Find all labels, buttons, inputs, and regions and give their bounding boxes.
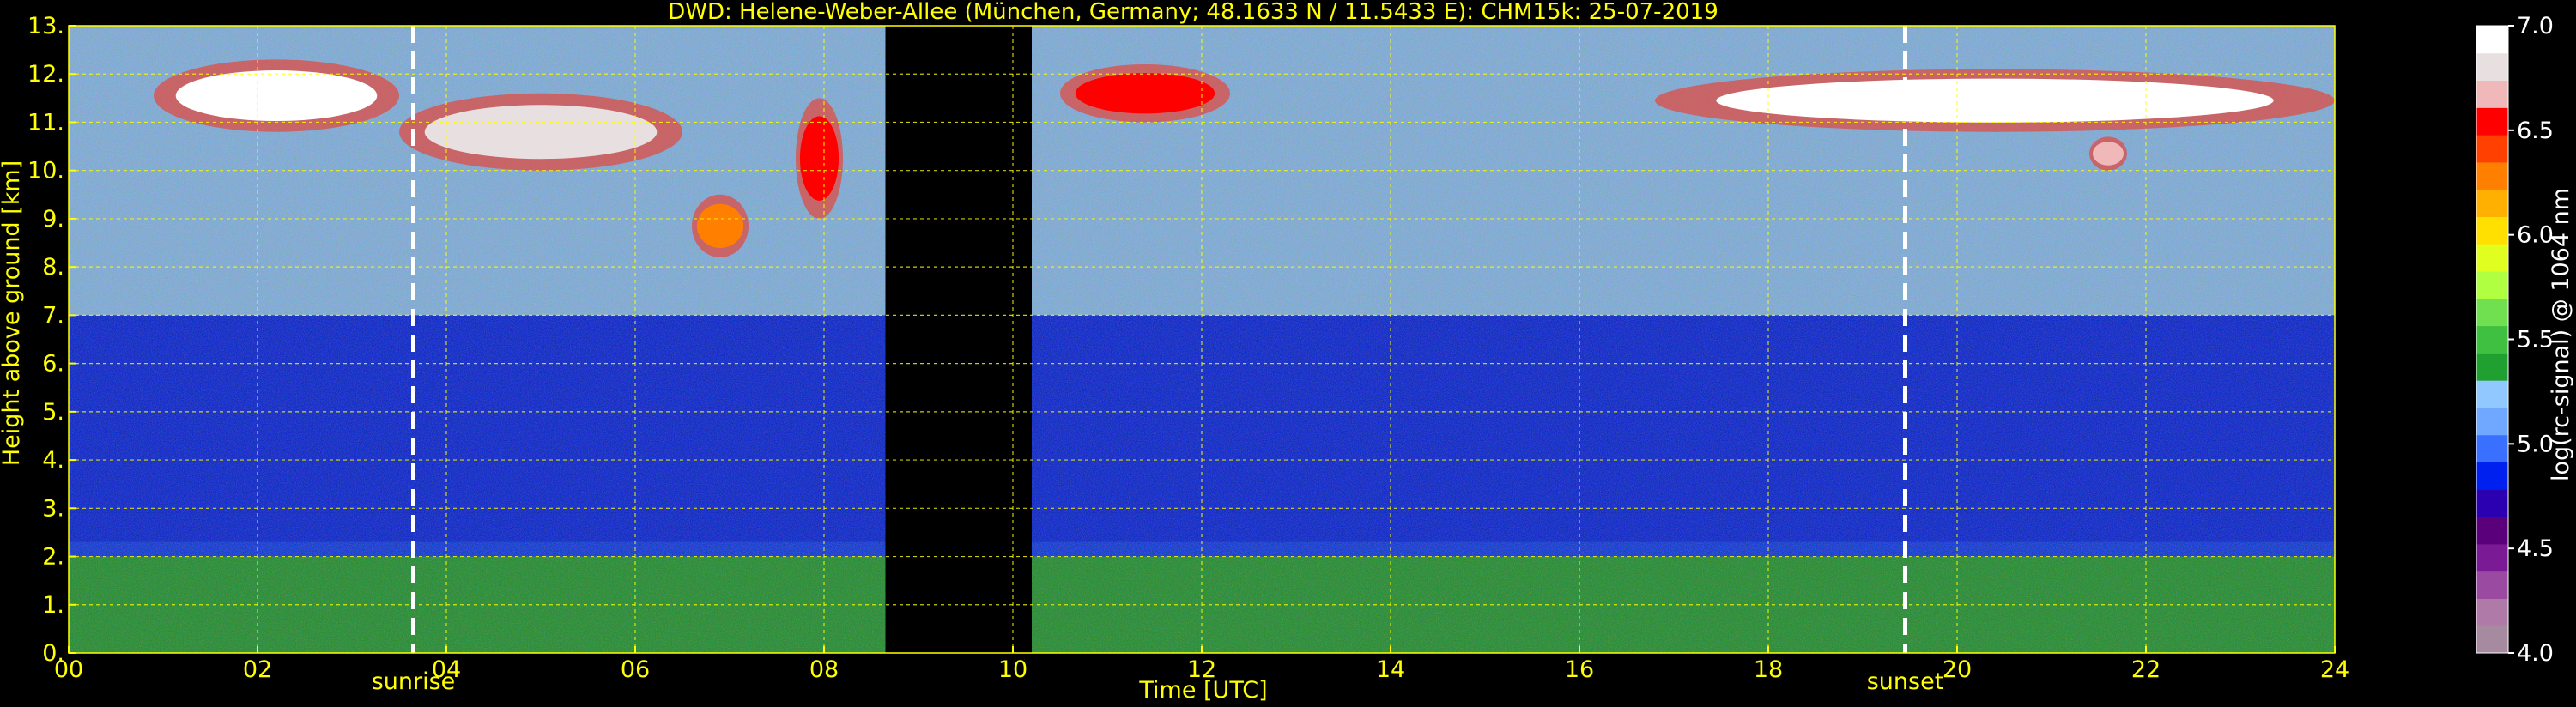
x-tick-label: 20 <box>1943 656 1972 683</box>
colorbar-segment <box>2476 135 2508 163</box>
y-axis-label: Height above ground [km] <box>0 160 25 466</box>
colorbar-segment <box>2476 380 2508 408</box>
y-tick-label: 13. <box>27 13 64 39</box>
y-tick-label: 12. <box>27 61 64 88</box>
colorbar-segment <box>2476 434 2508 463</box>
x-tick-label: 06 <box>621 656 650 683</box>
y-tick-label: 2. <box>42 544 64 571</box>
sunset-label: sunset <box>1867 668 1944 695</box>
cloud-signal <box>696 203 744 248</box>
x-tick-label: 24 <box>2320 656 2349 683</box>
cloud-signal <box>1716 78 2274 123</box>
colorbar-segment <box>2476 625 2508 654</box>
y-tick-label: 6. <box>42 351 64 378</box>
x-tick-label: 08 <box>809 656 839 683</box>
colorbar-segment <box>2476 107 2508 136</box>
y-tick-label: 3. <box>42 495 64 522</box>
y-tick-label: 7. <box>42 302 64 329</box>
colorbar-segment <box>2476 52 2508 82</box>
colorbar-segment <box>2476 216 2508 245</box>
y-tick-label: 0. <box>42 640 64 667</box>
x-tick-label: 16 <box>1565 656 1594 683</box>
x-tick-label: 18 <box>1754 656 1783 683</box>
x-tick-label: 22 <box>2131 656 2161 683</box>
colorbar-segment <box>2476 353 2508 381</box>
colorbar-tick-label: 4.5 <box>2517 535 2554 562</box>
x-tick-label: 10 <box>998 656 1027 683</box>
cloud-signal <box>799 116 839 201</box>
colorbar-segment <box>2476 571 2508 599</box>
x-tick-label: 02 <box>243 656 272 683</box>
chart-title: DWD: Helene-Weber-Allee (München, German… <box>668 0 1718 25</box>
y-tick-label: 10. <box>27 158 64 184</box>
colorbar-segment <box>2476 244 2508 272</box>
colorbar-tick-label: 4.0 <box>2517 640 2554 667</box>
colorbar-segment <box>2476 80 2508 108</box>
cloud-signal <box>2092 142 2124 166</box>
colorbar-segment <box>2476 271 2508 299</box>
colorbar: 4.04.55.05.56.06.57.0 <box>2476 13 2554 667</box>
cloud-signal <box>175 70 378 122</box>
y-tick-label: 11. <box>27 109 64 136</box>
colorbar-tick-label: 7.0 <box>2517 13 2554 39</box>
cloud-signal <box>1075 73 1215 114</box>
x-tick-label: 04 <box>432 656 461 683</box>
colorbar-segment <box>2476 298 2508 327</box>
colorbar-segment <box>2476 407 2508 436</box>
cloud-signal <box>424 105 658 160</box>
y-tick-label: 1. <box>42 592 64 619</box>
colorbar-segment <box>2476 489 2508 517</box>
colorbar-segment <box>2476 462 2508 490</box>
colorbar-segment <box>2476 598 2508 626</box>
colorbar-segment <box>2476 325 2508 354</box>
colorbar-segment <box>2476 543 2508 572</box>
y-tick-label: 9. <box>42 206 64 233</box>
colorbar-segment <box>2476 26 2508 54</box>
colorbar-segment <box>2476 161 2508 190</box>
y-tick-label: 5. <box>42 399 64 426</box>
data-gap <box>885 26 1032 653</box>
plot-field <box>69 26 2335 653</box>
x-axis-label: Time [UTC] <box>1138 677 1267 704</box>
colorbar-segment <box>2476 189 2508 217</box>
ceilometer-chart: sunrise sunset 00 02 04 06 08 10 12 14 16 18 20 22 24… <box>0 0 2574 704</box>
colorbar-label: log(rc-signal) @ 1064 nm <box>2548 188 2574 481</box>
colorbar-segment <box>2476 517 2508 545</box>
y-tick-label: 8. <box>42 254 64 281</box>
y-tick-label: 4. <box>42 447 64 474</box>
colorbar-tick-label: 6.5 <box>2517 118 2554 144</box>
x-tick-label: 14 <box>1376 656 1405 683</box>
